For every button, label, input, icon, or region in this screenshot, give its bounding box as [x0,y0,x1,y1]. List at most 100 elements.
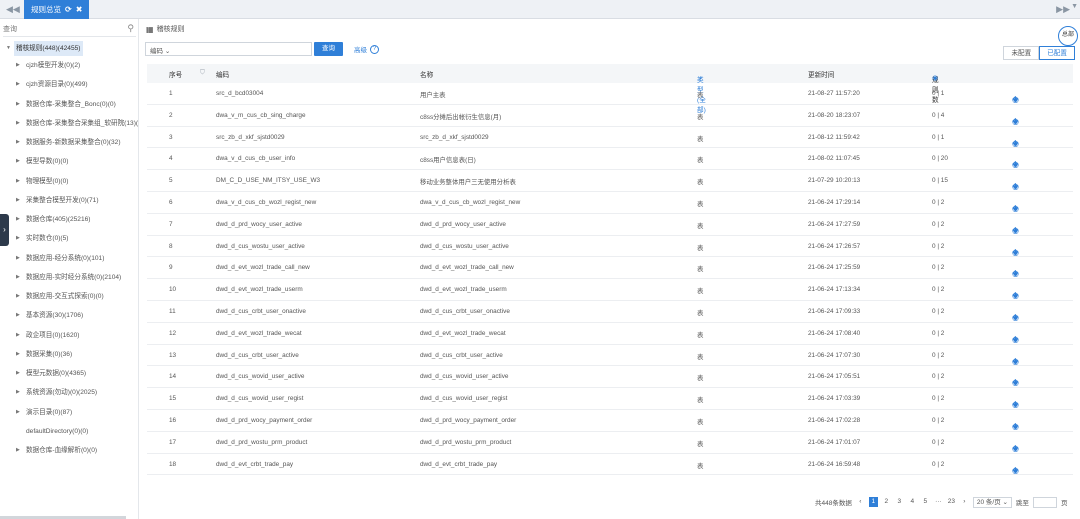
configure-icon[interactable]: ✥ [1012,160,1023,169]
caret-right-icon[interactable]: ▶ [16,268,20,287]
configure-icon[interactable]: ✥ [1012,291,1023,300]
tab-menu-caret-icon[interactable]: ▼ [1071,3,1078,10]
configure-icon[interactable]: ✥ [1012,466,1023,475]
table-row[interactable]: 7 dwd_d_prd_wocy_user_active dwd_d_prd_woc… [147,214,1073,236]
sidebar-search-input[interactable] [3,23,121,36]
configure-icon[interactable]: ✥ [1012,400,1023,409]
tree-item[interactable]: ▶ cjzh模型开发(0)(2) [0,56,139,75]
search-icon[interactable]: ⚲ [127,23,134,34]
goto-page-input[interactable] [1032,496,1057,508]
caret-right-icon[interactable]: ▶ [16,95,20,114]
tree-item[interactable]: ▶ 模型元数据(0)(4365) [0,364,139,383]
prev-page-button[interactable]: ‹ [856,497,865,507]
tree-item[interactable]: ▶ 基本资源(30)(1706) [0,306,139,325]
close-icon[interactable]: ✖ [76,0,83,19]
unconfigured-button[interactable]: 未配置 [1003,46,1040,60]
help-icon[interactable]: ? [370,44,379,54]
configure-icon[interactable]: ✥ [1012,269,1023,278]
caret-right-icon[interactable]: ▶ [16,326,20,345]
table-row[interactable]: 11 dwd_d_cus_crbt_user_onactive dwd_d_cus_… [147,301,1073,323]
table-row[interactable]: 15 dwd_d_cus_wovid_user_regist dwd_d_cus_w… [147,388,1073,410]
caret-right-icon[interactable]: ▶ [16,114,20,133]
tree-item[interactable]: ▶ cjzh资源目录(0)(499) [0,75,139,94]
configure-icon[interactable]: ✥ [1012,204,1023,213]
tree-item[interactable]: defaultDirectory(0)(0) [0,422,139,441]
page-button[interactable]: 3 [895,497,904,507]
table-row[interactable]: 6 dwa_v_d_cus_cb_wozl_regist_new dwa_v_d_c… [147,192,1073,214]
tree-item[interactable]: ▶ 模型导数(0)(0) [0,152,139,171]
table-row[interactable]: 5 DM_C_D_USE_NM_ITSY_USE_W3 移动业务整体用户三无使用分析… [147,170,1073,192]
caret-right-icon[interactable]: ▶ [16,210,20,229]
tree-root[interactable]: ▼ 稽核规则(448)(42455) [0,41,139,56]
caret-right-icon[interactable]: ▶ [16,152,20,171]
configure-icon[interactable]: ✥ [1012,139,1023,148]
headquarters-button[interactable]: 总部 [1058,26,1078,46]
filter-field[interactable]: 编码 ⌄ [145,42,312,56]
configure-icon[interactable]: ✥ [1012,182,1023,191]
tree-item[interactable]: ▶ 数据仓库-血缘解析(0)(0) [0,441,139,460]
caret-right-icon[interactable]: ▶ [16,306,20,325]
page-button[interactable]: 2 [882,497,891,507]
page-button[interactable]: 4 [908,497,917,507]
tree-item[interactable]: ▶ 数据应用-经分系统(0)(101) [0,249,139,268]
table-row[interactable]: 8 dwd_d_cus_wostu_user_active dwd_d_cus_wo… [147,236,1073,258]
filter-icon[interactable]: ⛉ [200,69,205,77]
configure-icon[interactable]: ✥ [1012,117,1023,126]
query-button[interactable]: 查询 [314,42,343,56]
caret-right-icon[interactable]: ▶ [16,229,20,248]
caret-right-icon[interactable]: ▶ [16,345,20,364]
caret-right-icon[interactable]: ▶ [16,403,20,422]
tree-item[interactable]: ▶ 实时数仓(0)(5) [0,229,139,248]
next-page-button[interactable]: › [960,497,969,507]
caret-right-icon[interactable]: ▶ [16,364,20,383]
page-button[interactable]: 1 [868,497,878,507]
caret-right-icon[interactable]: ▶ [16,133,20,152]
tree-item[interactable]: ▶ 系统资源(勿动)(0)(2025) [0,383,139,402]
configure-icon[interactable]: ✥ [1012,378,1023,387]
configured-button[interactable]: 已配置 [1039,46,1075,60]
tab-scroll-right-icon[interactable]: ▶▶ [1056,4,1070,15]
configure-icon[interactable]: ✥ [1012,444,1023,453]
configure-icon[interactable]: ✥ [1012,95,1023,104]
tree-item[interactable]: ▶ 数据应用-交互式探索(0)(0) [0,287,139,306]
page-button[interactable]: 23 [947,497,956,507]
tree-item[interactable]: ▶ 数据仓库-采集整合采集组_软研院(13)( [0,114,139,133]
configure-icon[interactable]: ✥ [1012,422,1023,431]
advanced-search-link[interactable]: 高级 ? [354,44,379,54]
table-row[interactable]: 4 dwa_v_d_cus_cb_user_info c8ss用户信息表(日) 表 21… [147,148,1073,171]
configure-icon[interactable]: ✥ [1012,313,1023,322]
filter-field-select[interactable]: 编码 ⌄ [150,45,170,55]
table-row[interactable]: 17 dwd_d_prd_wostu_prm_product dwd_d_prd_w… [147,432,1073,454]
caret-right-icon[interactable]: ▶ [16,383,20,402]
table-row[interactable]: 13 dwd_d_cus_crbt_user_active dwd_d_cus_cr… [147,345,1073,367]
tree-item[interactable]: ▶ 数据采集(0)(36) [0,345,139,364]
table-row[interactable]: 18 dwd_d_evt_crbt_trade_pay dwd_d_evt_crbt… [147,454,1073,476]
sidebar-collapse-handle[interactable]: › [0,214,9,246]
tab-scroll-left-icon[interactable]: ◀◀ [6,4,20,15]
caret-right-icon[interactable]: ▶ [16,441,20,460]
configure-icon[interactable]: ✥ [1012,357,1023,366]
tree-item[interactable]: ▶ 物理模型(0)(0) [0,172,139,191]
page-size-select[interactable]: 20 条/页 ⌄ [972,496,1012,508]
tree-item[interactable]: ▶ 演示目录(0)(87) [0,403,139,422]
tree-item[interactable]: ▶ 政企项目(0)(1620) [0,326,139,345]
table-row[interactable]: 12 dwd_d_evt_wozl_trade_wecat dwd_d_evt_wo… [147,323,1073,345]
table-row[interactable]: 14 dwd_d_cus_wovid_user_active dwd_d_cus_w… [147,366,1073,389]
caret-down-icon[interactable]: ▼ [6,41,11,56]
tab-rule-overview[interactable]: 规则总览 ⟳ ✖ [24,0,90,19]
configure-icon[interactable]: ✥ [1012,335,1023,344]
tree-item[interactable]: ▶ 采集整合模型开发(0)(71) [0,191,139,210]
caret-right-icon[interactable]: ▶ [16,287,20,306]
table-row[interactable]: 16 dwd_d_prd_wocy_payment_order dwd_d_prd_… [147,410,1073,432]
eye-icon[interactable]: ◉ [932,74,938,82]
page-button[interactable]: ··· [934,497,943,507]
configure-icon[interactable]: ✥ [1012,226,1023,235]
table-row[interactable]: 2 dwa_v_m_cus_cb_sing_charge c8ss分摊后出帐衍生信息… [147,105,1073,127]
table-row[interactable]: 3 src_zb_d_xkf_sjstd0029 src_zb_d_xkf_sjst… [147,127,1073,149]
tree-item[interactable]: ▶ 数据仓库-采集整合_Bonc(0)(0) [0,95,139,114]
caret-right-icon[interactable]: ▶ [16,56,20,75]
table-row[interactable]: 1 src_d_bcd03004 用户主表 表 21-08-27 11:57:20 0 |… [147,83,1073,105]
tree-item[interactable]: ▶ 数据服务-新数据采集整合(0)(32) [0,133,139,152]
table-row[interactable]: 10 dwd_d_evt_wozl_trade_userm dwd_d_evt_wo… [147,279,1073,301]
caret-right-icon[interactable]: ▶ [16,172,20,191]
